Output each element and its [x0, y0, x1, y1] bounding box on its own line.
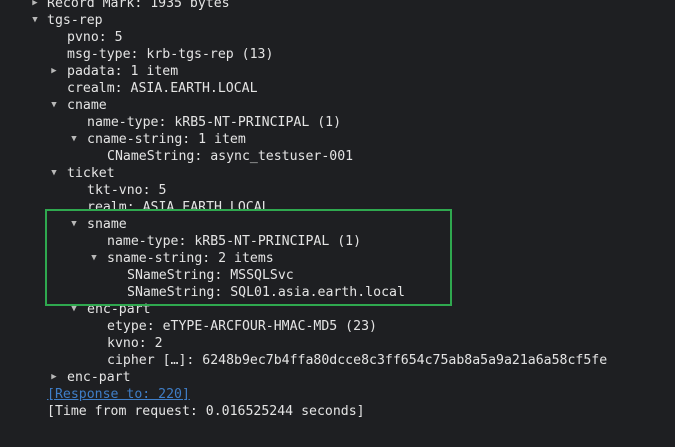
tree-label: etype: eTYPE-ARCFOUR-HMAC-MD5 (23)	[107, 319, 377, 334]
tree-label: Record Mark: 1935 bytes	[47, 0, 230, 11]
expanded-arrow-icon[interactable]: ▼	[48, 165, 60, 182]
tree-label: cipher […]: 6248b9ec7b4ffa80dcce8c3ff654…	[107, 353, 608, 368]
tree-label: kvno: 2	[107, 336, 163, 351]
tree-label: enc-part	[67, 370, 131, 385]
tree-label: msg-type: krb-tgs-rep (13)	[67, 47, 274, 62]
tree-label: tkt-vno: 5	[87, 183, 167, 198]
tree-label: crealm: ASIA.EARTH.LOCAL	[67, 81, 258, 96]
collapsed-arrow-icon[interactable]: ▶	[48, 63, 60, 80]
response-to-link[interactable]: [Response to: 220]	[47, 386, 190, 403]
tree-label: cname-string: 1 item	[87, 132, 246, 147]
tree-label: CNameString: async_testuser-001	[107, 149, 354, 164]
tree-label: [Time from request: 0.016525244 seconds]	[47, 404, 365, 419]
tree-label: padata: 1 item	[67, 64, 179, 79]
expanded-arrow-icon[interactable]: ▼	[48, 97, 60, 114]
collapsed-arrow-icon[interactable]: ▶	[29, 0, 41, 12]
tree-label: pvno: 5	[67, 30, 123, 45]
tree-label: ticket	[67, 166, 115, 181]
tree-label: cname	[67, 98, 107, 113]
sname-highlight-box	[45, 209, 452, 306]
packet-details-pane: ▶ Record Mark: 1935 bytes ▼ tgs-rep pvno…	[0, 0, 675, 447]
tree-label: tgs-rep	[47, 13, 103, 28]
expanded-arrow-icon[interactable]: ▼	[29, 12, 41, 29]
tree-label: name-type: kRB5-NT-PRINCIPAL (1)	[87, 115, 342, 130]
collapsed-arrow-icon[interactable]: ▶	[48, 369, 60, 386]
expanded-arrow-icon[interactable]: ▼	[68, 131, 80, 148]
